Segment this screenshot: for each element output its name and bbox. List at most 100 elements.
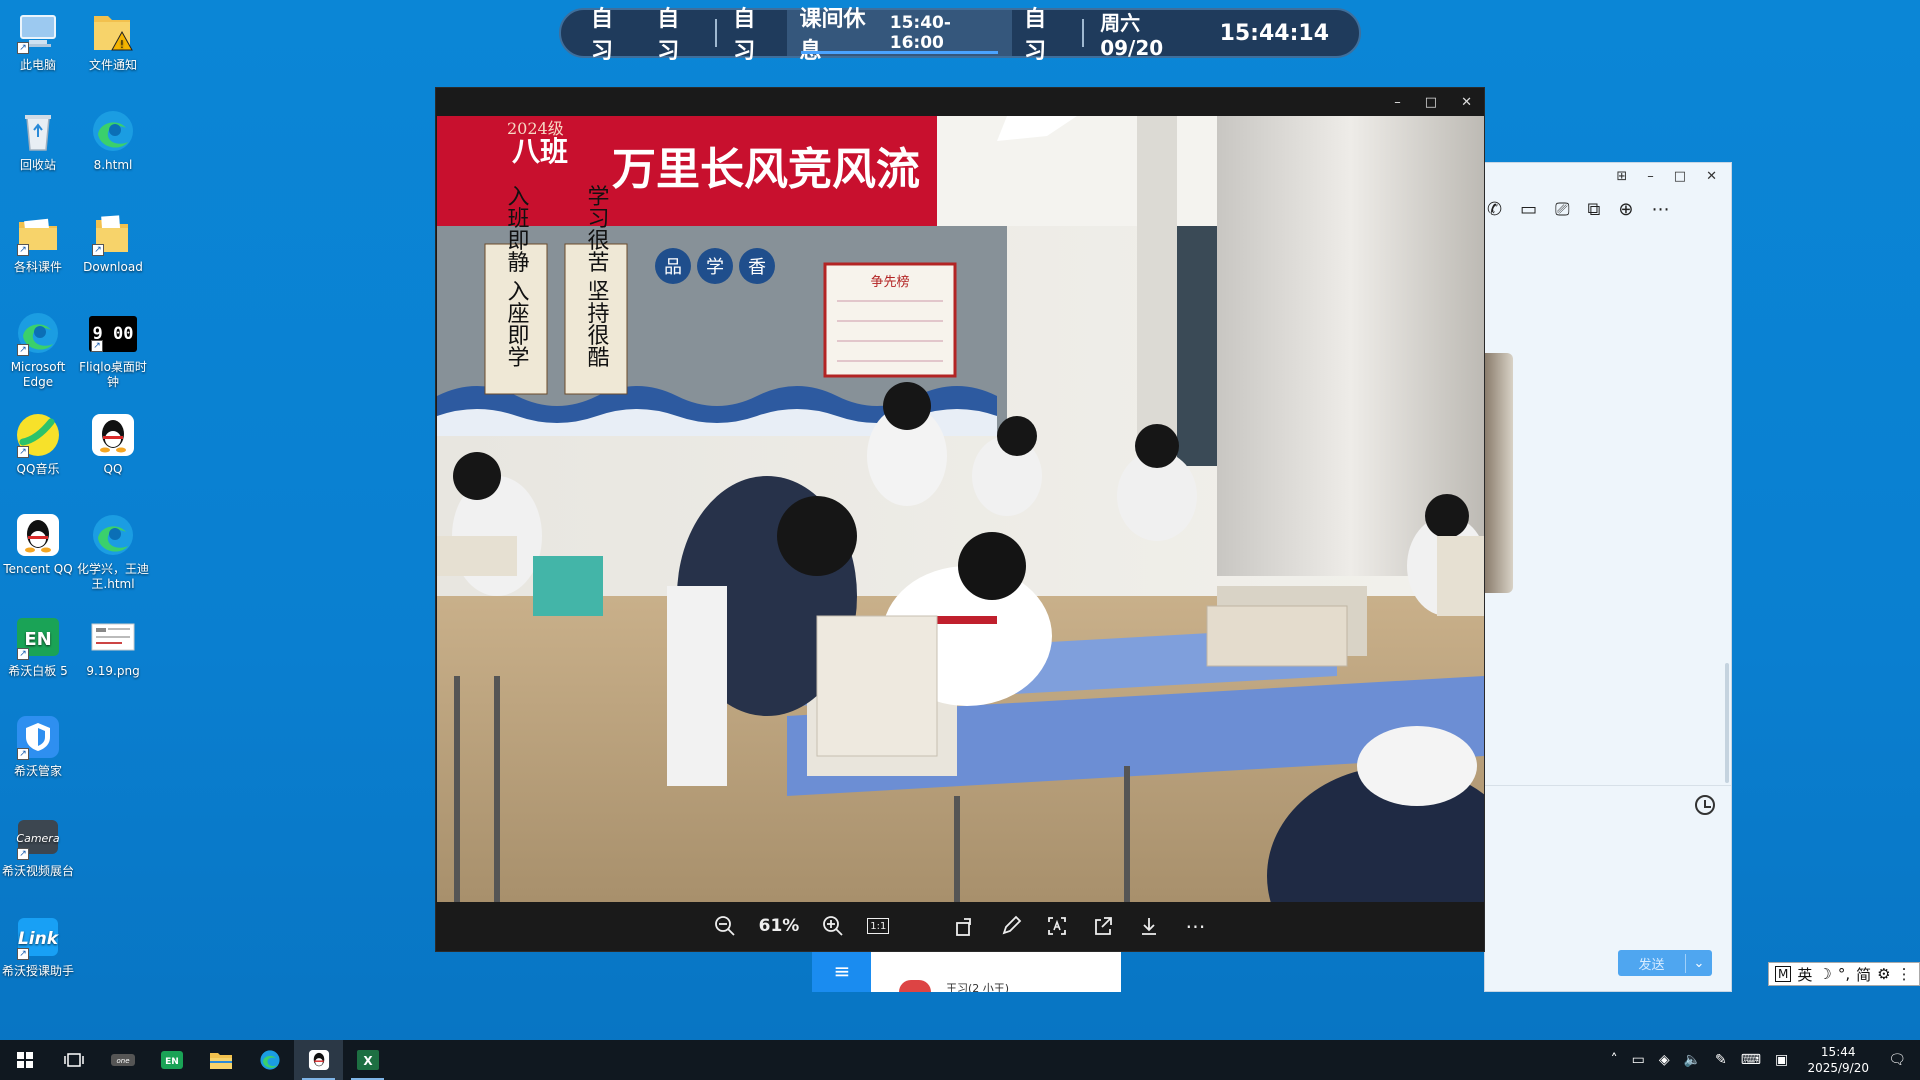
file-explorer-icon[interactable] <box>196 1040 245 1080</box>
chat-scrollbar[interactable] <box>1725 663 1729 783</box>
minimize-button[interactable]: – <box>1394 95 1401 110</box>
desktop-icon-label: 9.19.png <box>86 664 140 678</box>
desktop-icon-qq[interactable]: QQ <box>74 412 152 477</box>
rotate-icon[interactable] <box>953 914 977 938</box>
desktop-icon-edge[interactable]: ↗ Microsoft Edge <box>0 310 77 390</box>
chevron-down-icon[interactable]: ⌄ <box>1686 956 1712 971</box>
edit-pen-icon[interactable] <box>999 914 1023 938</box>
start-icon[interactable] <box>0 1040 49 1080</box>
screen-share-icon[interactable]: ⎚ <box>1555 199 1569 220</box>
badge-char: 品 <box>664 257 682 278</box>
pen-icon[interactable]: ✎ <box>1715 1052 1727 1068</box>
class-schedule-bar: 自习 自习 自习 课间休息 15:40-16:00 自习 周六 09/20 15:… <box>559 7 1361 64</box>
schedule-divider <box>1082 19 1085 47</box>
onenote-icon[interactable]: one <box>98 1040 147 1080</box>
task-view-icon[interactable] <box>49 1040 98 1080</box>
edge-icon[interactable] <box>245 1040 294 1080</box>
chat-titlebar: ⊞ – □ ✕ <box>1485 163 1731 189</box>
desktop-icon-seewo-manager[interactable]: ↗ 希沃管家 <box>0 714 77 779</box>
desktop-icon-9-19-png[interactable]: 9.19.png <box>74 614 152 679</box>
desktop-icon-easinote[interactable]: EN ↗ 希沃白板 5 <box>0 614 77 679</box>
desktop-icon-label: 回收站 <box>19 158 56 172</box>
volume-icon[interactable]: 🔈 <box>1684 1052 1701 1068</box>
qq-chat-window[interactable]: ⊞ – □ ✕ ✆ ▭ ⎚ ⧉ ⊕ ⋯ 发送 ⌄ <box>1484 162 1732 992</box>
video-call-icon[interactable]: ▭ <box>1520 199 1537 220</box>
maximize-button[interactable]: □ <box>1425 95 1437 110</box>
moon-icon[interactable]: ☽ <box>1818 965 1831 983</box>
input-divider <box>1485 785 1731 786</box>
taskbar-date: 2025/9/20 <box>1807 1061 1869 1075</box>
keyboard-icon[interactable]: ⌨ <box>1741 1052 1761 1068</box>
display-icon[interactable]: ▣ <box>1775 1052 1788 1068</box>
qq-penguin-icon[interactable] <box>294 1040 343 1080</box>
qq-music-icon: ↗ <box>15 412 61 458</box>
minimize-button[interactable]: – <box>1647 169 1654 184</box>
desktop-icon-label: Tencent QQ <box>3 562 73 576</box>
easinote-icon[interactable]: EN <box>147 1040 196 1080</box>
maximize-button[interactable]: □ <box>1674 169 1686 184</box>
remote-desktop-icon[interactable]: ⧉ <box>1588 199 1601 220</box>
edge-icon <box>90 108 136 154</box>
ime-mode[interactable]: M <box>1775 966 1792 982</box>
system-tray: ˄ ▭ ◈ 🔈 ✎ ⌨ ▣ 15:44 2025/9/20 🗨 <box>1611 1040 1920 1080</box>
desktop-icon-label: Download <box>83 260 143 274</box>
chat-toolbar: ✆ ▭ ⎚ ⧉ ⊕ ⋯ <box>1485 189 1731 229</box>
edge-icon <box>90 512 136 558</box>
taskbar-clock[interactable]: 15:44 2025/9/20 <box>1802 1044 1874 1076</box>
desktop-icon-recycle-bin[interactable]: 回收站 <box>0 108 77 173</box>
ime-script[interactable]: 简 <box>1856 964 1871 985</box>
desktop-icon-label: QQ音乐 <box>16 462 60 476</box>
more-icon[interactable]: ⋯ <box>1183 914 1207 938</box>
desktop-icon-label: Microsoft Edge <box>10 360 66 389</box>
phone-icon[interactable]: ✆ <box>1487 199 1502 220</box>
share-icon[interactable] <box>1091 914 1115 938</box>
desktop-icon-qq-music[interactable]: ↗ QQ音乐 <box>0 412 77 477</box>
svg-text:Camera: Camera <box>16 832 59 845</box>
chat-image-thumbnail[interactable] <box>1485 353 1513 593</box>
desktop-icon-label: 希沃视频展台 <box>1 864 74 878</box>
add-icon[interactable]: ⊕ <box>1618 199 1633 220</box>
shield-icon[interactable]: ◈ <box>1659 1052 1670 1068</box>
desktop-icon-download[interactable]: ↗ Download <box>74 210 152 275</box>
zoom-level: 61% <box>758 916 800 936</box>
desktop-icon-chem-html[interactable]: 化学兴，王迪王.html <box>74 512 152 592</box>
download-icon[interactable] <box>1137 914 1161 938</box>
close-button[interactable]: ✕ <box>1461 95 1472 110</box>
desktop-icon-8-html[interactable]: 8.html <box>74 108 152 173</box>
actual-size-button[interactable]: 1:1 <box>867 918 890 934</box>
ime-toolbar[interactable]: M 英 ☽ °, 简 ⚙ ⋮ <box>1768 962 1920 986</box>
badge-char: 香 <box>748 257 766 278</box>
qq-conversation-list[interactable]: 王习(2 小王) <box>871 950 1121 992</box>
desktop-icon-file-notice[interactable]: ! 文件通知 <box>74 8 152 73</box>
close-button[interactable]: ✕ <box>1706 169 1717 184</box>
excel-icon[interactable]: X <box>343 1040 392 1080</box>
desktop-icon-fliqlo[interactable]: 9 00 ↗ Fliqlo桌面时钟 <box>74 310 152 390</box>
desktop-icon-courseware-folder[interactable]: ↗ 各科课件 <box>0 210 77 275</box>
zoom-out-icon[interactable] <box>713 914 737 938</box>
ime-language[interactable]: 英 <box>1797 964 1812 985</box>
qq-menu-button[interactable]: ≡ <box>812 950 872 992</box>
desktop-icon-seewo-camera[interactable]: Camera ↗ 希沃视频展台 <box>0 814 77 879</box>
more-icon[interactable]: ⋯ <box>1651 199 1669 220</box>
desktop-icon-label: 希沃授课助手 <box>1 964 74 978</box>
desktop-icon-this-pc[interactable]: ↗ 此电脑 <box>0 8 77 73</box>
ime-punctuation[interactable]: °, <box>1838 965 1850 983</box>
gear-icon[interactable]: ⚙ <box>1877 965 1890 983</box>
qq-penguin-icon <box>90 412 136 458</box>
zoom-in-icon[interactable] <box>821 914 845 938</box>
network-icon[interactable]: ▭ <box>1632 1052 1645 1068</box>
image-viewer-window[interactable]: – □ ✕ 2024级 八班 万里长风竞风流 入班即静 入座即学 学习很苦 坚持… <box>435 87 1485 952</box>
schedule-item: 自习 <box>657 7 680 64</box>
notification-icon[interactable]: 🗨 <box>1888 1052 1906 1068</box>
pin-icon[interactable]: ⊞ <box>1616 169 1627 184</box>
chevron-up-icon[interactable]: ˄ <box>1611 1052 1618 1068</box>
history-clock-icon[interactable] <box>1695 795 1715 815</box>
viewer-toolbar: 61% 1:1 ⋯ <box>436 901 1484 951</box>
ime-more[interactable]: ⋮ <box>1897 965 1912 983</box>
schedule-time: 15:44:14 <box>1219 20 1330 46</box>
text-recognition-icon[interactable] <box>1045 914 1069 938</box>
desktop-icon-tencent-qq[interactable]: Tencent QQ <box>0 512 77 577</box>
schedule-item: 自习 <box>591 7 614 64</box>
desktop-icon-seewo-link[interactable]: Link ↗ 希沃授课助手 <box>0 914 77 979</box>
send-button[interactable]: 发送 ⌄ <box>1618 950 1712 976</box>
